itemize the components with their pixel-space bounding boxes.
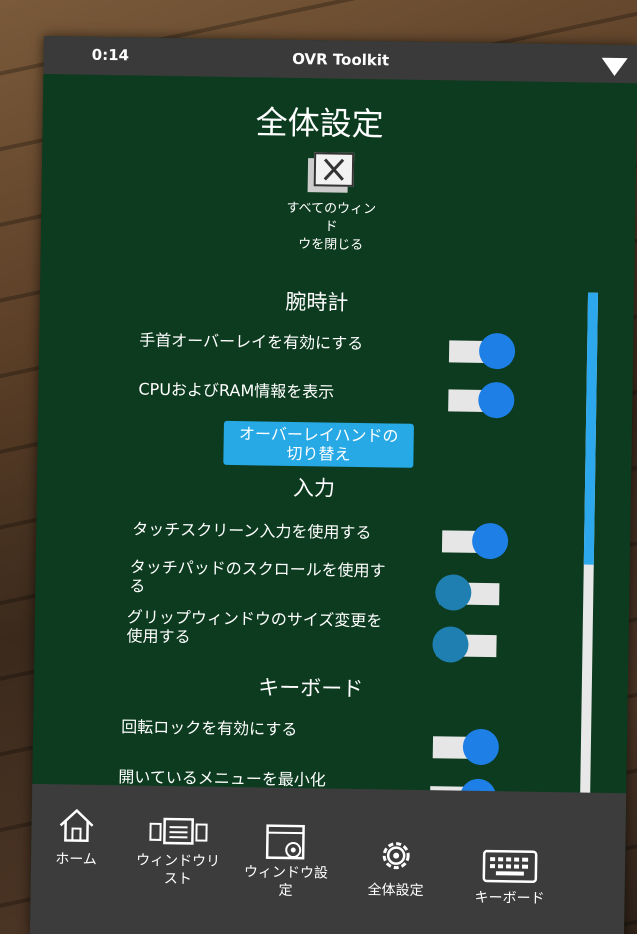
keyboard-icon [482, 849, 538, 884]
grip-resize-label: グリップウィンドウのサイズ変更を 使用する [126, 607, 383, 647]
nav-global-settings[interactable]: 全体設定 [340, 835, 451, 901]
window-settings-icon [265, 824, 305, 860]
rotation-lock-toggle[interactable] [432, 728, 500, 767]
touchscreen-label: タッチスクリーン入力を使用する [132, 519, 372, 543]
title-bar: 0:14 OVR Toolkit [43, 36, 637, 84]
nav-window-list[interactable]: ウィンドウリ スト [123, 815, 234, 889]
section-watch: 腕時計 [285, 289, 349, 315]
collapse-triangle-icon[interactable] [601, 57, 628, 77]
gear-icon [382, 842, 410, 870]
cpu-ram-toggle[interactable] [448, 381, 515, 420]
rotation-lock-label: 回転ロックを有効にする [121, 717, 298, 740]
ovr-toolkit-panel: 0:14 OVR Toolkit 全体設定 すべてのウィンド ウを閉じる 腕時計… [29, 36, 637, 934]
window-title: OVR Toolkit [292, 49, 390, 70]
scrollbar[interactable] [579, 292, 599, 813]
nav-home[interactable]: ホーム [21, 806, 132, 870]
section-keyboard: キーボード [258, 675, 364, 702]
touchpad-scroll-label: タッチパッドのスクロールを使用す る [129, 557, 386, 596]
bottom-nav-bar: ホーム ウィンドウリ スト ウィンドウ設 定 全体設定 キーボード [29, 783, 627, 934]
toggle-overlay-hand-button[interactable]: オーバーレイハンドの 切り替え [223, 420, 414, 468]
window-list-icon [149, 817, 208, 845]
nav-keyboard[interactable]: キーボード [454, 849, 565, 909]
home-icon [59, 808, 94, 843]
close-all-windows-button[interactable]: すべてのウィンド ウを閉じる [281, 152, 383, 256]
close-window-icon [307, 152, 357, 193]
page-title: 全体設定 [255, 103, 384, 144]
close-all-label: すべてのウィンド ウを閉じる [286, 200, 377, 254]
touchscreen-toggle[interactable] [441, 522, 509, 561]
touchpad-scroll-toggle[interactable] [435, 574, 504, 613]
scrollbar-thumb[interactable] [583, 292, 599, 565]
wrist-overlay-label: 手首オーバーレイを有効にする [139, 330, 364, 354]
grip-resize-toggle[interactable] [432, 626, 501, 665]
nav-window-settings[interactable]: ウィンドウ設 定 [230, 821, 341, 901]
section-input: 入力 [292, 475, 336, 501]
wrist-overlay-toggle[interactable] [448, 332, 516, 371]
cpu-ram-label: CPUおよびRAM情報を表示 [138, 379, 335, 402]
